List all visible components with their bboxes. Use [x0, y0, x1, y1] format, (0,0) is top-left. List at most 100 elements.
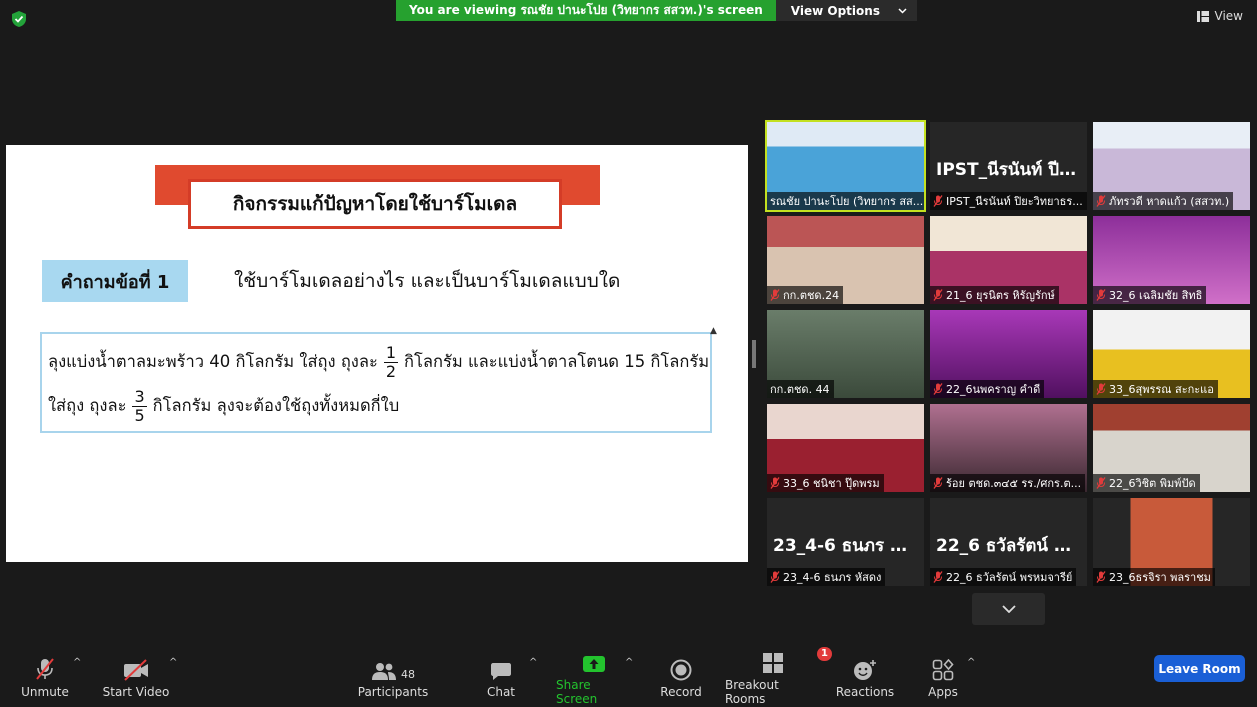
chat-button[interactable]: Chat: [478, 647, 524, 707]
view-options-label: View Options: [790, 3, 880, 18]
fraction-numerator: 3: [132, 386, 147, 407]
participant-name-caption: 22_6วิชิต พิมพ์ปัด: [1093, 474, 1200, 492]
microphone-muted-icon: [933, 289, 943, 301]
participant-tile[interactable]: ร้อย ตชด.๓๔๕ รร./ศกร.ต...: [930, 404, 1087, 492]
participant-tile[interactable]: 23_6ธรจิรา พลราชม: [1093, 498, 1250, 586]
chat-options-caret-icon[interactable]: ^: [529, 657, 537, 668]
participant-tile[interactable]: IPST_นีรนันท์ ปีย... IPST_นีรนันท์ ปิยะวิ…: [930, 122, 1087, 210]
security-shield-icon[interactable]: [10, 10, 28, 28]
participant-name-caption: ร้อย ตชด.๓๔๕ รร./ศกร.ต...: [930, 474, 1086, 492]
participant-name-caption: 21_6 ยุรนิตร หิรัญรักษ์: [930, 286, 1059, 304]
participant-name-caption: 22_6นพคราญ คำดี: [930, 380, 1045, 398]
participant-tile[interactable]: 33_6สุพรรณ สะกะแอ: [1093, 310, 1250, 398]
apps-options-caret-icon[interactable]: ^: [967, 657, 975, 668]
participant-name-caption: รณชัย ปานะโปย (วิทยากร สส...: [767, 192, 924, 210]
meeting-toolbar: Unmute ^ Start Video ^ 48 Participants C…: [0, 647, 1257, 707]
breakout-rooms-icon: [763, 653, 783, 673]
participant-tile[interactable]: 33_6 ชนิชา ปุ๊ดพรม: [767, 404, 924, 492]
participant-name-caption: 22_6 ธวัลรัตน์ พรหมจารีย์: [930, 568, 1077, 586]
chat-bubble-icon: [491, 663, 511, 680]
participant-tile[interactable]: ภัทรวดี หาดแก้ว (สสวท.): [1093, 122, 1250, 210]
participant-tile[interactable]: กก.ตชด.24: [767, 216, 924, 304]
video-camera-off-icon: [124, 659, 148, 681]
microphone-muted-icon: [933, 477, 943, 489]
participants-label: Participants: [357, 685, 429, 699]
share-screen-icon: [583, 656, 605, 672]
problem-text: ใส่ถุง ถุงละ: [48, 396, 127, 415]
breakout-rooms-button[interactable]: 1 Breakout Rooms: [725, 647, 832, 707]
participant-name-caption: 33_6 ชนิชา ปุ๊ดพรม: [767, 474, 884, 492]
screen-share-banner: You are viewing รณชัย ปานะโปย (วิทยากร ส…: [396, 0, 917, 21]
participant-tile[interactable]: 23_4-6 ธนภร หั... 23_4-6 ธนภร หัสดง: [767, 498, 924, 586]
participant-tile[interactable]: กก.ตชด. 44: [767, 310, 924, 398]
mouse-cursor-icon: ▲: [710, 326, 717, 336]
participant-tile[interactable]: 21_6 ยุรนิตร หิรัญรักษ์: [930, 216, 1087, 304]
leave-room-button[interactable]: Leave Room: [1154, 655, 1245, 682]
share-options-caret-icon[interactable]: ^: [625, 657, 633, 668]
grid-view-icon: [1196, 10, 1209, 22]
participants-count: 48: [401, 668, 415, 681]
participant-name: 22_6วิชิต พิมพ์ปัด: [1109, 477, 1196, 490]
microphone-muted-icon: [933, 383, 943, 395]
reactions-smiley-icon: [854, 660, 876, 680]
participant-name-caption: 23_6ธรจิรา พลราชม: [1093, 568, 1215, 586]
participant-tile[interactable]: 22_6วิชิต พิมพ์ปัด: [1093, 404, 1250, 492]
microphone-muted-icon: [1096, 477, 1106, 489]
view-label: View: [1214, 9, 1243, 23]
participant-name: 23_4-6 ธนภร หัสดง: [783, 571, 882, 584]
participant-name: กก.ตชด. 44: [770, 383, 830, 396]
participant-name: 33_6สุพรรณ สะกะแอ: [1109, 383, 1214, 396]
start-video-label: Start Video: [102, 685, 170, 699]
share-screen-label: Share Screen: [556, 678, 598, 706]
participant-name-caption: IPST_นีรนันท์ ปิยะวิทยาธร...: [930, 192, 1087, 210]
chevron-down-icon: [898, 7, 907, 14]
participant-display-name: IPST_นีรนันท์ ปีย...: [936, 160, 1081, 180]
participant-name-caption: 33_6สุพรรณ สะกะแอ: [1093, 380, 1218, 398]
panel-resize-handle[interactable]: [752, 340, 756, 368]
chat-label: Chat: [486, 685, 516, 699]
breakout-rooms-label: Breakout Rooms: [725, 678, 779, 706]
participant-tile[interactable]: 22_6นพคราญ คำดี: [930, 310, 1087, 398]
participant-name: 23_6ธรจิรา พลราชม: [1109, 571, 1211, 584]
microphone-muted-icon: [770, 289, 780, 301]
participants-button[interactable]: 48 Participants: [358, 647, 428, 707]
participant-name-caption: ภัทรวดี หาดแก้ว (สสวท.): [1093, 192, 1234, 210]
microphone-muted-icon: [933, 571, 943, 583]
participant-display-name: 22_6 ธวัลรัตน์ พ...: [936, 536, 1081, 556]
reactions-button[interactable]: Reactions: [834, 647, 896, 707]
participant-name: 21_6 ยุรนิตร หิรัญรักษ์: [946, 289, 1055, 302]
fraction-numerator: 1: [383, 342, 399, 363]
record-button[interactable]: Record: [656, 647, 706, 707]
breakout-badge: 1: [817, 647, 832, 661]
microphone-muted-icon: [770, 477, 780, 489]
participant-name: 32_6 เฉลิมชัย สิทธิ: [1109, 289, 1203, 302]
participant-name: กก.ตชด.24: [783, 289, 840, 302]
video-options-caret-icon[interactable]: ^: [169, 657, 177, 668]
participant-name: 22_6นพคราญ คำดี: [946, 383, 1041, 396]
participant-tile[interactable]: 32_6 เฉลิมชัย สิทธิ: [1093, 216, 1250, 304]
view-button[interactable]: View: [1196, 9, 1243, 23]
record-icon: [670, 659, 692, 681]
participant-name-caption: กก.ตชด. 44: [767, 380, 834, 398]
participant-tile[interactable]: รณชัย ปานะโปย (วิทยากร สส...: [765, 120, 926, 212]
problem-text: ลุงแบ่งน้ำตาลมะพร้าว 40 กิโลกรัม ใส่ถุง …: [48, 352, 378, 371]
view-options-button[interactable]: View Options: [775, 0, 917, 21]
participant-name: 22_6 ธวัลรัตน์ พรหมจารีย์: [946, 571, 1073, 584]
share-screen-button[interactable]: Share Screen: [556, 647, 632, 707]
participant-name: ร้อย ตชด.๓๔๕ รร./ศกร.ต...: [946, 477, 1082, 490]
apps-button[interactable]: Apps: [924, 647, 962, 707]
participant-name: IPST_นีรนันท์ ปิยะวิทยาธร...: [946, 195, 1083, 208]
participant-name-caption: 23_4-6 ธนภร หัสดง: [767, 568, 886, 586]
shared-screen-slide: กิจกรรมแก้ปัญหาโดยใช้บาร์โมเดล คำถามข้อท…: [6, 145, 748, 562]
start-video-button[interactable]: Start Video: [102, 647, 170, 707]
problem-line-2: ใส่ถุง ถุงละ 3 5 กิโลกรัม ลุงจะต้องใช้ถุ…: [48, 384, 704, 428]
scroll-down-button[interactable]: [972, 593, 1045, 625]
question-text: ใช้บาร์โมเดลอย่างไร และเป็นบาร์โมเดลแบบใ…: [234, 270, 621, 292]
microphone-muted-icon: [770, 571, 780, 583]
unmute-button[interactable]: Unmute: [20, 647, 70, 707]
apps-icon: [932, 659, 954, 681]
audio-options-caret-icon[interactable]: ^: [73, 657, 81, 668]
participant-name-caption: กก.ตชด.24: [767, 286, 844, 304]
participant-name: 33_6 ชนิชา ปุ๊ดพรม: [783, 477, 880, 490]
participant-tile[interactable]: 22_6 ธวัลรัตน์ พ... 22_6 ธวัลรัตน์ พรหมจา…: [930, 498, 1087, 586]
